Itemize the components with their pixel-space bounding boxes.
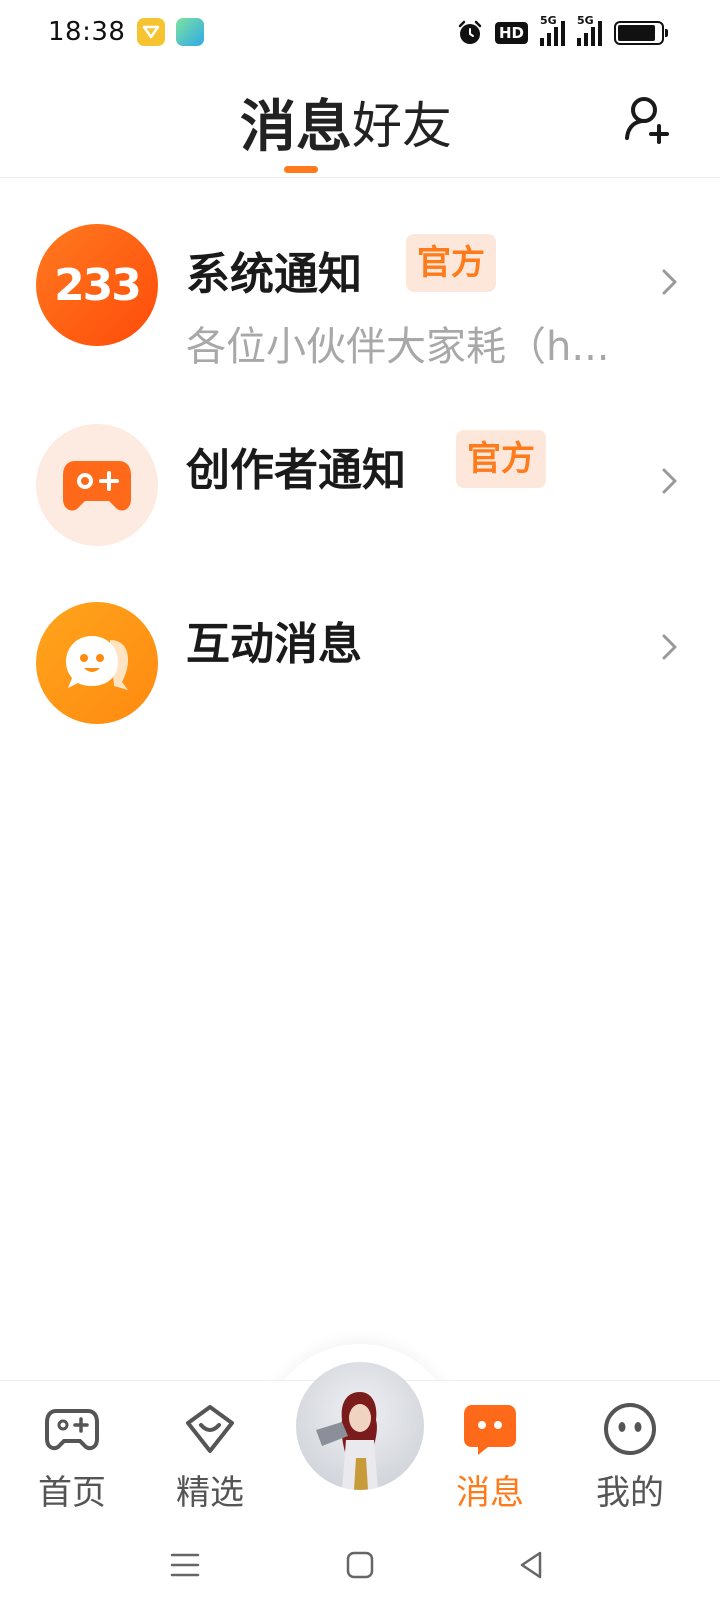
system-notice-avatar: 233 <box>36 224 158 346</box>
message-preview: 各位小伙伴大家耗（h... <box>186 324 610 370</box>
add-friend-icon[interactable] <box>624 94 672 146</box>
menu-icon[interactable] <box>168 1548 202 1582</box>
tab-indicator <box>284 166 318 173</box>
status-bar: 18:38 HD 5G 5G <box>0 0 720 66</box>
chat-bubble-icon <box>464 1405 516 1455</box>
message-title: 系统通知 <box>186 249 362 300</box>
face-icon <box>604 1403 656 1455</box>
list-item-system-notice[interactable]: 233 系统通知 官方 各位小伙伴大家耗（h... <box>0 210 720 370</box>
nav-me[interactable]: 我的 <box>570 1401 690 1514</box>
chevron-right-icon <box>662 468 677 494</box>
signal-icon: 5G <box>577 14 602 46</box>
nav-home[interactable]: 首页 <box>12 1401 132 1514</box>
battery-icon <box>614 21 668 45</box>
character-avatar <box>316 1392 378 1490</box>
chevron-right-icon <box>662 269 677 295</box>
tab-friends[interactable]: 好友 <box>352 86 452 158</box>
gamepad-icon <box>45 1409 99 1451</box>
nav-featured[interactable]: 精选 <box>150 1401 270 1514</box>
app-notification-icon <box>137 18 165 46</box>
message-title: 创作者通知 <box>186 445 406 496</box>
message-title: 互动消息 <box>186 619 362 670</box>
back-icon[interactable] <box>514 1548 548 1582</box>
app-notification-icon <box>176 18 204 46</box>
header: 消息 好友 <box>0 66 720 178</box>
gamepad-icon <box>63 461 131 511</box>
official-badge: 官方 <box>456 430 546 488</box>
chat-bubble-icon <box>66 636 128 690</box>
chevron-right-icon <box>662 634 677 660</box>
home-icon[interactable] <box>343 1548 377 1582</box>
creator-notice-avatar <box>36 424 158 546</box>
hd-voice-badge: HD <box>494 22 528 44</box>
interaction-avatar <box>36 602 158 724</box>
heart-badge-icon <box>186 1405 234 1453</box>
tab-messages[interactable]: 消息 <box>240 82 352 163</box>
signal-icon: 5G <box>540 14 565 46</box>
list-item-creator-notice[interactable]: 创作者通知 官方 <box>0 410 720 560</box>
system-navigation-bar <box>0 1520 720 1612</box>
nav-messages[interactable]: 消息 <box>430 1401 550 1514</box>
alarm-icon <box>458 20 482 44</box>
center-avatar-button[interactable] <box>296 1362 424 1490</box>
official-badge: 官方 <box>406 234 496 292</box>
list-item-interaction[interactable]: 互动消息 <box>0 588 720 738</box>
status-time: 18:38 <box>48 17 126 47</box>
